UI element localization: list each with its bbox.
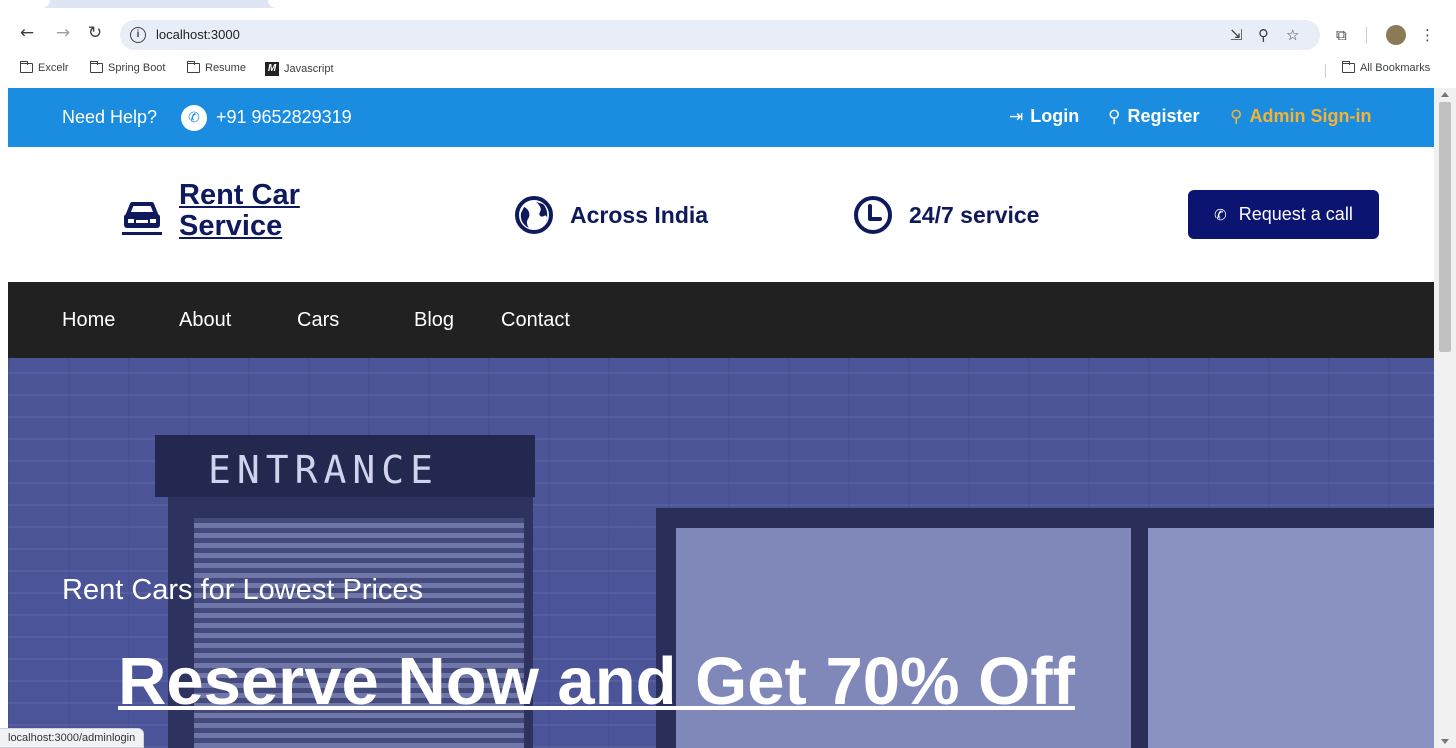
scroll-up-arrow-icon[interactable] <box>1441 92 1449 97</box>
nav-contact[interactable]: Contact <box>501 309 570 332</box>
brand-logo-link[interactable]: Rent Car Service <box>179 180 300 242</box>
folder-icon <box>19 61 33 73</box>
folder-icon <box>89 61 103 73</box>
phone-icon: ✆ <box>1214 205 1227 224</box>
admin-signin-link[interactable]: ⚲ Admin Sign-in <box>1230 106 1371 127</box>
main-nav: Home About Cars Blog Contact <box>8 282 1434 358</box>
browser-toolbar: ← → ↻ i localhost:3000 ⇲ ⚲ ☆ ⧉ ⋮ <box>0 0 1456 60</box>
login-icon: ⇥ <box>1009 106 1024 127</box>
phone-icon: ✆ <box>181 105 207 131</box>
bookmark-spring-boot[interactable]: Spring Boot <box>89 61 165 74</box>
bookmark-excelr[interactable]: Excelr <box>19 61 69 74</box>
login-link[interactable]: ⇥ Login <box>1009 106 1079 127</box>
hero-window-pane <box>1148 528 1434 748</box>
status-bar-url: localhost:3000/adminlogin <box>0 728 145 748</box>
bookmarks-divider <box>1325 64 1326 78</box>
m-logo-icon: M <box>265 62 279 76</box>
user-icon: ⚲ <box>1108 106 1121 127</box>
nav-home[interactable]: Home <box>62 309 115 332</box>
toolbar-divider <box>1366 27 1367 43</box>
zoom-icon[interactable]: ⚲ <box>1258 25 1269 45</box>
bookmark-javascript[interactable]: M Javascript <box>265 62 334 76</box>
forward-arrow-icon[interactable]: → <box>52 22 74 44</box>
hero-title-link[interactable]: Reserve Now and Get 70% Off <box>118 643 1075 720</box>
car-icon <box>122 202 162 235</box>
folder-icon <box>1341 61 1355 73</box>
folder-icon <box>186 61 200 73</box>
request-call-button[interactable]: ✆ Request a call <box>1188 190 1379 239</box>
feature-24-7-service: 24/7 service <box>853 195 1039 235</box>
globe-icon <box>515 196 553 234</box>
reload-icon[interactable]: ↻ <box>84 22 106 44</box>
nav-about[interactable]: About <box>179 309 231 332</box>
install-app-icon[interactable]: ⇲ <box>1230 25 1243 45</box>
back-arrow-icon[interactable]: ← <box>16 22 38 44</box>
register-link[interactable]: ⚲ Register <box>1108 106 1199 127</box>
hero-subtitle: Rent Cars for Lowest Prices <box>62 574 424 606</box>
brand-header: Rent Car Service Across India 24/7 servi… <box>8 147 1434 282</box>
feature-across-india: Across India <box>514 195 708 235</box>
hero-banner: ENTRANCE Rent Cars for Lowest Prices Res… <box>8 358 1434 748</box>
extensions-icon[interactable]: ⧉ <box>1336 25 1347 45</box>
nav-cars[interactable]: Cars <box>297 309 339 332</box>
site-info-icon[interactable]: i <box>130 27 146 43</box>
nav-blog[interactable]: Blog <box>414 309 454 332</box>
page-viewport: Need Help? ✆ +91 9652829319 ⇥ Login ⚲ Re… <box>8 88 1434 748</box>
need-help-text: Need Help? <box>62 107 158 127</box>
profile-avatar[interactable] <box>1386 25 1406 45</box>
bookmark-star-icon[interactable]: ☆ <box>1286 25 1299 45</box>
menu-kebab-icon[interactable]: ⋮ <box>1420 25 1435 45</box>
clock-icon <box>854 196 892 234</box>
entrance-sign-text: ENTRANCE <box>208 448 440 492</box>
bookmark-resume[interactable]: Resume <box>186 61 246 74</box>
user-icon: ⚲ <box>1230 106 1243 127</box>
scroll-down-arrow-icon[interactable] <box>1441 739 1449 744</box>
tab-strip <box>0 0 1456 8</box>
bookmarks-bar: Excelr Spring Boot Resume M Javascript A… <box>0 60 1456 82</box>
all-bookmarks[interactable]: All Bookmarks <box>1341 61 1430 74</box>
page-scrollbar[interactable] <box>1434 88 1456 748</box>
phone-number[interactable]: +91 9652829319 <box>216 107 352 128</box>
address-bar[interactable]: i localhost:3000 <box>120 20 1320 50</box>
top-info-bar: Need Help? ✆ +91 9652829319 ⇥ Login ⚲ Re… <box>8 88 1434 147</box>
scrollbar-thumb[interactable] <box>1439 102 1451 352</box>
address-url: localhost:3000 <box>156 27 240 42</box>
